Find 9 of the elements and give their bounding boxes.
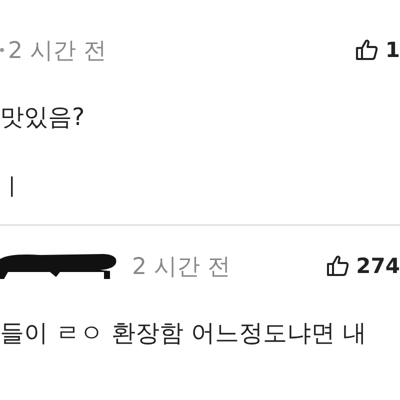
comment-text: 들이 ㄹㅇ 환장함 어느정도냐면 내 (0, 318, 368, 348)
like-button[interactable]: 274 (326, 254, 400, 278)
comment-time: 2 시간 전 (8, 36, 106, 66)
comment-text: ㅣ (0, 172, 25, 202)
comment-time: 2 시간 전 (132, 252, 230, 282)
like-button[interactable]: 1 (355, 38, 400, 62)
thumbs-up-icon (355, 38, 380, 62)
thumbs-up-icon (326, 254, 350, 278)
comment-text: 맛있음? (0, 102, 86, 132)
